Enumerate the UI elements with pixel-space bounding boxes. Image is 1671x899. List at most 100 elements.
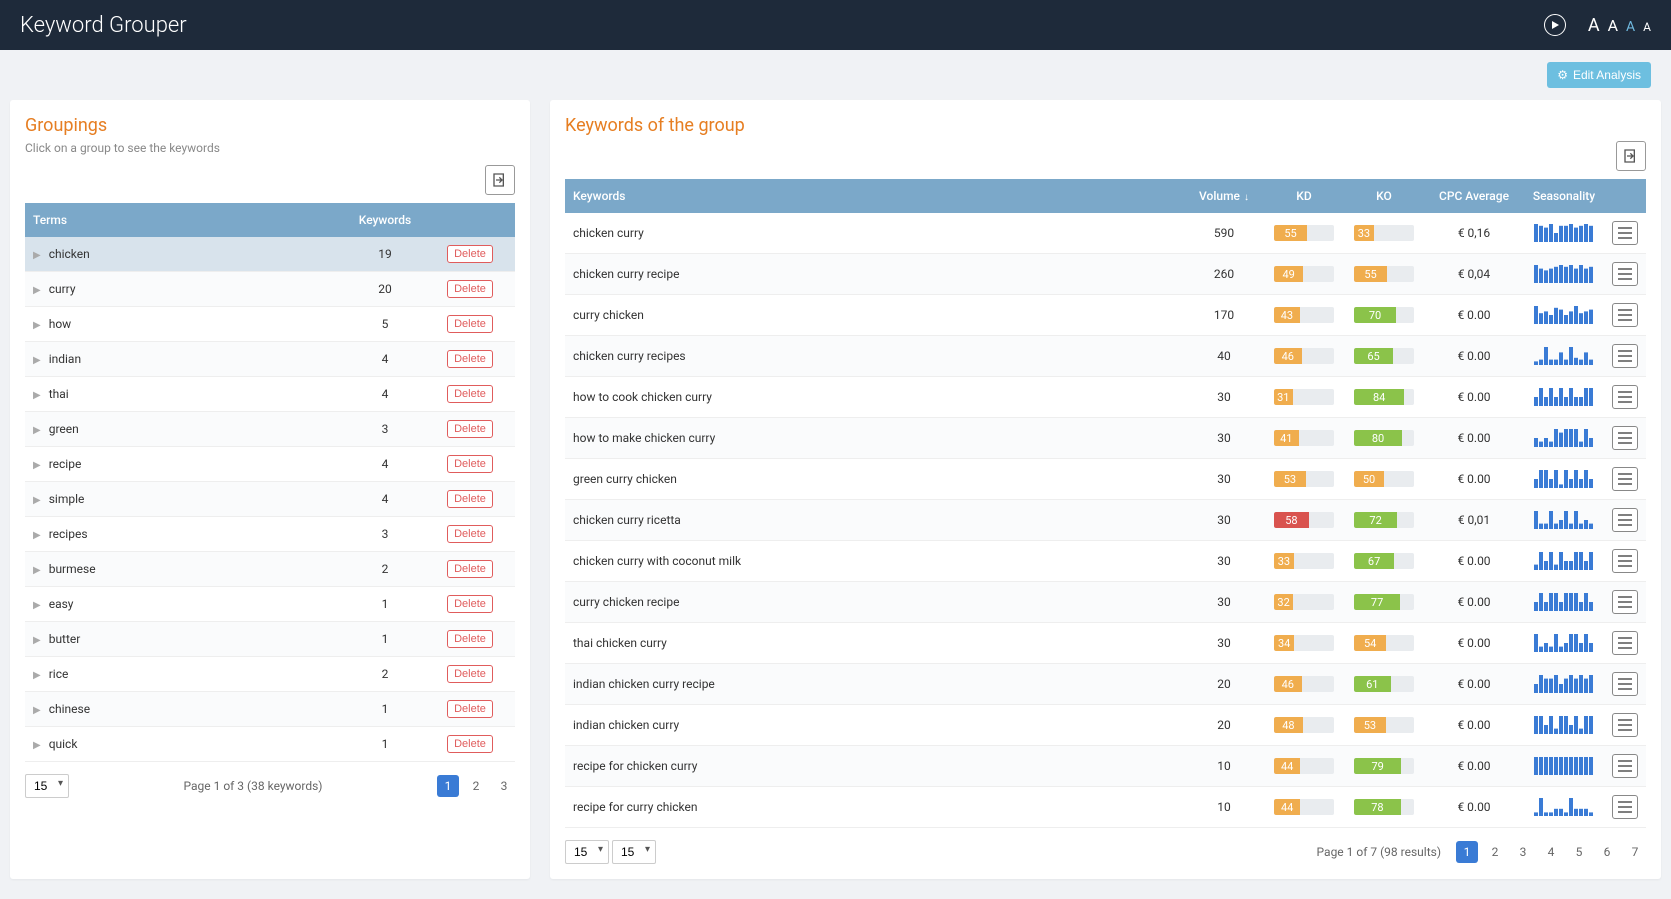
col-terms[interactable]: Terms <box>25 203 345 237</box>
expand-icon[interactable]: ▶ <box>33 495 41 506</box>
grouping-row[interactable]: ▶chicken 19 Delete <box>25 237 515 272</box>
page-button[interactable]: 4 <box>1540 841 1562 863</box>
row-menu-button[interactable] <box>1612 672 1638 696</box>
grouping-row[interactable]: ▶how 5 Delete <box>25 307 515 342</box>
row-menu-button[interactable] <box>1612 221 1638 245</box>
keywords-page-size-2[interactable]: 15 <box>612 840 656 864</box>
keyword-row[interactable]: chicken curry recipe 260 49 55 € 0,04 <box>565 254 1646 295</box>
delete-button[interactable]: Delete <box>447 420 493 438</box>
grouping-row[interactable]: ▶burmese 2 Delete <box>25 552 515 587</box>
row-menu-button[interactable] <box>1612 303 1638 327</box>
font-size-button[interactable]: A <box>1643 20 1651 34</box>
keyword-row[interactable]: green curry chicken 30 53 50 € 0.00 <box>565 459 1646 500</box>
page-button[interactable]: 7 <box>1624 841 1646 863</box>
row-menu-button[interactable] <box>1612 754 1638 778</box>
row-menu-button[interactable] <box>1612 713 1638 737</box>
expand-icon[interactable]: ▶ <box>33 705 41 716</box>
delete-button[interactable]: Delete <box>447 280 493 298</box>
keyword-row[interactable]: how to cook chicken curry 30 31 84 € 0.0… <box>565 377 1646 418</box>
col-keywords[interactable]: Keywords <box>345 203 425 237</box>
grouping-row[interactable]: ▶recipe 4 Delete <box>25 447 515 482</box>
delete-button[interactable]: Delete <box>447 595 493 613</box>
page-button[interactable]: 6 <box>1596 841 1618 863</box>
delete-button[interactable]: Delete <box>447 490 493 508</box>
keyword-row[interactable]: curry chicken recipe 30 32 77 € 0.00 <box>565 582 1646 623</box>
expand-icon[interactable]: ▶ <box>33 530 41 541</box>
expand-icon[interactable]: ▶ <box>33 285 41 296</box>
row-menu-button[interactable] <box>1612 795 1638 819</box>
export-button[interactable] <box>1616 141 1646 171</box>
row-menu-button[interactable] <box>1612 508 1638 532</box>
delete-button[interactable]: Delete <box>447 455 493 473</box>
grouping-row[interactable]: ▶curry 20 Delete <box>25 272 515 307</box>
keyword-row[interactable]: how to make chicken curry 30 41 80 € 0.0… <box>565 418 1646 459</box>
keyword-row[interactable]: thai chicken curry 30 34 54 € 0.00 <box>565 623 1646 664</box>
page-button[interactable]: 3 <box>493 775 515 797</box>
edit-analysis-button[interactable]: ⚙ Edit Analysis <box>1547 62 1651 88</box>
col-kd[interactable]: KD <box>1264 179 1344 213</box>
row-menu-button[interactable] <box>1612 549 1638 573</box>
font-size-button[interactable]: A <box>1588 15 1600 36</box>
keyword-row[interactable]: chicken curry ricetta 30 58 72 € 0,01 <box>565 500 1646 541</box>
keyword-row[interactable]: indian chicken curry recipe 20 46 61 € 0… <box>565 664 1646 705</box>
row-menu-button[interactable] <box>1612 262 1638 286</box>
col-kw[interactable]: Keywords <box>565 179 1184 213</box>
row-menu-button[interactable] <box>1612 385 1638 409</box>
page-button[interactable]: 1 <box>437 775 459 797</box>
expand-icon[interactable]: ▶ <box>33 390 41 401</box>
delete-button[interactable]: Delete <box>447 525 493 543</box>
col-season[interactable]: Seasonality <box>1524 179 1604 213</box>
expand-icon[interactable]: ▶ <box>33 670 41 681</box>
grouping-row[interactable]: ▶simple 4 Delete <box>25 482 515 517</box>
row-menu-button[interactable] <box>1612 344 1638 368</box>
expand-icon[interactable]: ▶ <box>33 320 41 331</box>
col-cpc[interactable]: CPC Average <box>1424 179 1524 213</box>
delete-button[interactable]: Delete <box>447 735 493 753</box>
keyword-row[interactable]: recipe for curry chicken 10 44 78 € 0.00 <box>565 787 1646 828</box>
expand-icon[interactable]: ▶ <box>33 635 41 646</box>
page-button[interactable]: 1 <box>1456 841 1478 863</box>
keywords-page-size-1[interactable]: 15 <box>565 840 609 864</box>
row-menu-button[interactable] <box>1612 631 1638 655</box>
delete-button[interactable]: Delete <box>447 560 493 578</box>
delete-button[interactable]: Delete <box>447 315 493 333</box>
delete-button[interactable]: Delete <box>447 350 493 368</box>
row-menu-button[interactable] <box>1612 590 1638 614</box>
col-ko[interactable]: KO <box>1344 179 1424 213</box>
keyword-row[interactable]: recipe for chicken curry 10 44 79 € 0.00 <box>565 746 1646 787</box>
delete-button[interactable]: Delete <box>447 665 493 683</box>
font-size-button[interactable]: A <box>1626 19 1635 35</box>
page-button[interactable]: 5 <box>1568 841 1590 863</box>
delete-button[interactable]: Delete <box>447 630 493 648</box>
col-volume[interactable]: Volume↓ <box>1184 179 1264 213</box>
keyword-row[interactable]: chicken curry with coconut milk 30 33 67… <box>565 541 1646 582</box>
play-icon[interactable] <box>1544 14 1566 36</box>
grouping-row[interactable]: ▶recipes 3 Delete <box>25 517 515 552</box>
expand-icon[interactable]: ▶ <box>33 355 41 366</box>
page-button[interactable]: 2 <box>465 775 487 797</box>
font-size-button[interactable]: A <box>1608 16 1618 35</box>
expand-icon[interactable]: ▶ <box>33 460 41 471</box>
delete-button[interactable]: Delete <box>447 385 493 403</box>
row-menu-button[interactable] <box>1612 426 1638 450</box>
expand-icon[interactable]: ▶ <box>33 740 41 751</box>
grouping-row[interactable]: ▶indian 4 Delete <box>25 342 515 377</box>
groupings-page-size[interactable]: 15 <box>25 774 69 798</box>
row-menu-button[interactable] <box>1612 467 1638 491</box>
grouping-row[interactable]: ▶rice 2 Delete <box>25 657 515 692</box>
expand-icon[interactable]: ▶ <box>33 425 41 436</box>
grouping-row[interactable]: ▶thai 4 Delete <box>25 377 515 412</box>
grouping-row[interactable]: ▶quick 1 Delete <box>25 727 515 762</box>
page-button[interactable]: 3 <box>1512 841 1534 863</box>
keyword-row[interactable]: chicken curry 590 55 33 € 0,16 <box>565 213 1646 254</box>
keyword-row[interactable]: curry chicken 170 43 70 € 0.00 <box>565 295 1646 336</box>
page-button[interactable]: 2 <box>1484 841 1506 863</box>
expand-icon[interactable]: ▶ <box>33 250 41 261</box>
export-button[interactable] <box>485 165 515 195</box>
delete-button[interactable]: Delete <box>447 700 493 718</box>
grouping-row[interactable]: ▶chinese 1 Delete <box>25 692 515 727</box>
expand-icon[interactable]: ▶ <box>33 600 41 611</box>
grouping-row[interactable]: ▶easy 1 Delete <box>25 587 515 622</box>
keyword-row[interactable]: indian chicken curry 20 48 53 € 0.00 <box>565 705 1646 746</box>
keyword-row[interactable]: chicken curry recipes 40 46 65 € 0.00 <box>565 336 1646 377</box>
